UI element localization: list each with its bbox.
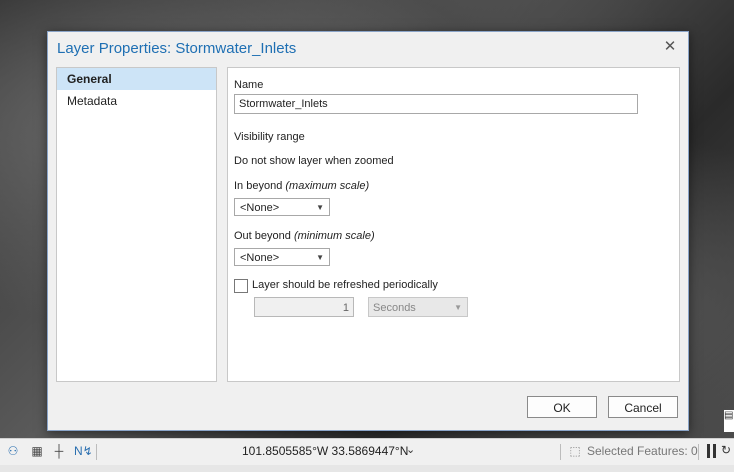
pause-icon[interactable] xyxy=(707,444,717,458)
status-bar: ⚇ ▦ ┼ N↯ 101.8505585°W 33.5869447°N ⌄ ⬚ … xyxy=(0,438,734,465)
in-beyond-select[interactable]: <None> ▼ xyxy=(234,198,330,216)
in-beyond-hint: (maximum scale) xyxy=(285,180,370,192)
divider xyxy=(698,444,699,460)
name-input[interactable]: Stormwater_Inlets xyxy=(234,94,638,114)
north-arrow-icon[interactable]: N↯ xyxy=(74,444,93,458)
out-beyond-value: <None> xyxy=(240,252,280,264)
refresh-unit-value: Seconds xyxy=(373,302,416,314)
nav-item-general[interactable]: General xyxy=(57,68,216,90)
general-panel: Name Stormwater_Inlets Visibility range … xyxy=(227,67,680,382)
close-icon[interactable]: ✕ xyxy=(662,39,678,55)
out-beyond-hint: (minimum scale) xyxy=(293,230,375,242)
visibility-range-label: Visibility range xyxy=(234,131,305,143)
dialog-title: Layer Properties: Stormwater_Inlets xyxy=(57,40,297,57)
grid-icon[interactable]: ▦ xyxy=(30,444,44,458)
nav-item-metadata[interactable]: Metadata xyxy=(57,90,216,112)
divider xyxy=(560,444,561,460)
refresh-checkbox[interactable] xyxy=(234,279,248,293)
chevron-down-icon: ▼ xyxy=(454,303,462,312)
bottom-strip xyxy=(0,465,734,472)
note-icon: ▤ xyxy=(724,410,734,432)
in-beyond-value: <None> xyxy=(240,202,280,214)
chevron-down-icon[interactable]: ⌄ xyxy=(406,443,415,456)
out-beyond-label: Out beyond (minimum scale) xyxy=(234,230,375,242)
out-beyond-text: Out beyond xyxy=(234,230,291,242)
layer-properties-dialog: Layer Properties: Stormwater_Inlets ✕ Ge… xyxy=(47,31,689,431)
refresh-label[interactable]: Layer should be refreshed periodically xyxy=(252,279,438,291)
pause-bar xyxy=(713,444,716,458)
out-beyond-select[interactable]: <None> ▼ xyxy=(234,248,330,266)
selected-features-count: Selected Features: 0 xyxy=(587,444,698,458)
snapping-icon[interactable]: ⚇ xyxy=(6,444,20,458)
cancel-button[interactable]: Cancel xyxy=(608,396,678,418)
chevron-down-icon: ▼ xyxy=(316,253,324,262)
chevron-down-icon: ▼ xyxy=(316,203,324,212)
name-label: Name xyxy=(234,79,264,91)
crosshair-icon[interactable]: ┼ xyxy=(52,444,66,458)
ok-button[interactable]: OK xyxy=(527,396,597,418)
refresh-interval-input[interactable]: 1 xyxy=(254,297,354,317)
refresh-unit-select[interactable]: Seconds ▼ xyxy=(368,297,468,317)
pause-bar xyxy=(707,444,710,458)
in-beyond-label: In beyond (maximum scale) xyxy=(234,180,369,192)
coordinate-readout: 101.8505585°W 33.5869447°N xyxy=(242,444,409,458)
in-beyond-text: In beyond xyxy=(234,180,283,192)
refresh-icon[interactable]: ↻ xyxy=(721,443,731,457)
properties-nav: General Metadata xyxy=(56,67,217,382)
selected-features-icon[interactable]: ⬚ xyxy=(568,444,582,458)
divider xyxy=(96,444,97,460)
do-not-show-label: Do not show layer when zoomed xyxy=(234,155,394,167)
